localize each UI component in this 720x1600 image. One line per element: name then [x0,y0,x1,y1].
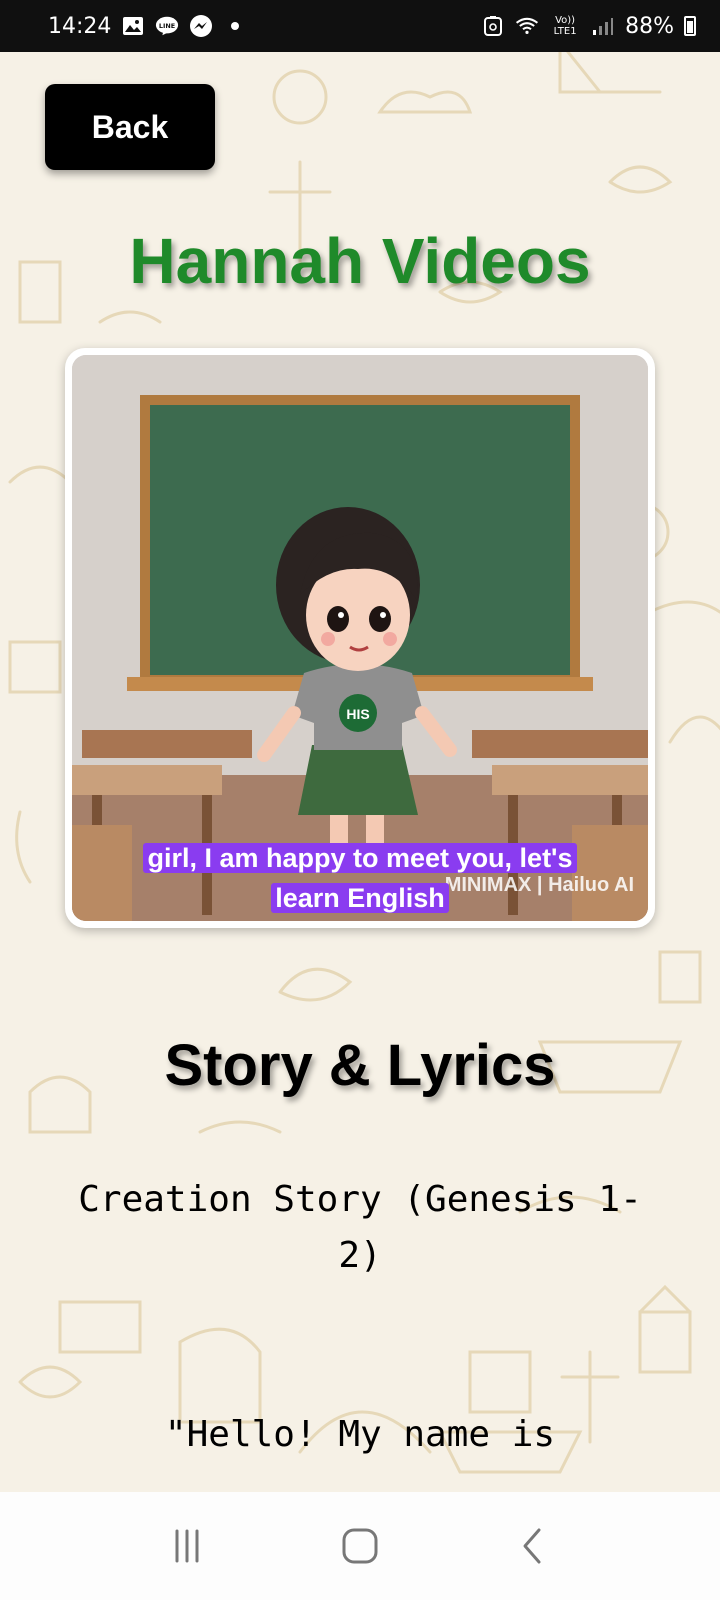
main-content[interactable]: Back Hannah Videos HIS girl, I am happy … [0,52,720,1492]
caption-text-2: learn English [271,883,449,913]
recents-icon [175,1529,199,1563]
status-time: 14:24 [48,13,112,39]
video-player[interactable]: HIS girl, I am happy to meet you, let's … [65,348,655,928]
story-title: Creation Story (Genesis 1-2) [78,1179,642,1276]
gallery-icon [121,14,145,38]
caption-text-1: girl, I am happy to meet you, let's [143,843,577,873]
story-text: "Hello! My name is [164,1414,556,1455]
wifi-icon [515,14,539,38]
data-saver-icon [481,14,505,38]
home-icon [342,1528,378,1564]
battery-icon [684,16,696,36]
back-button[interactable]: Back [45,84,215,170]
home-button[interactable] [330,1516,390,1576]
nav-back-button[interactable] [503,1516,563,1576]
signal-icon [591,14,615,38]
video-caption-line-2: learn English [72,883,648,914]
shirt-badge-text: HIS [346,706,369,722]
status-right: Vo)) LTE1 88% [481,14,696,39]
video-thumbnail: HIS [72,355,648,921]
battery-percent: 88% [625,13,674,39]
back-chevron-icon [523,1528,541,1564]
notification-dot-icon [231,22,240,30]
status-bar: 14:24 LINE Vo)) LTE1 88% [0,0,720,52]
section-heading: Story & Lyrics [164,1033,556,1098]
video-caption-line-1: girl, I am happy to meet you, let's [72,843,648,874]
svg-text:LINE: LINE [159,22,175,30]
status-left: 14:24 LINE [48,13,240,39]
line-app-icon: LINE [155,14,179,38]
volte-lte-icon: Vo)) LTE1 [553,15,577,37]
recents-button[interactable] [157,1516,217,1576]
messenger-icon [189,14,213,38]
video-frame[interactable]: HIS girl, I am happy to meet you, let's … [72,355,648,921]
page-title: Hannah Videos [129,225,591,297]
system-nav-bar [0,1492,720,1600]
